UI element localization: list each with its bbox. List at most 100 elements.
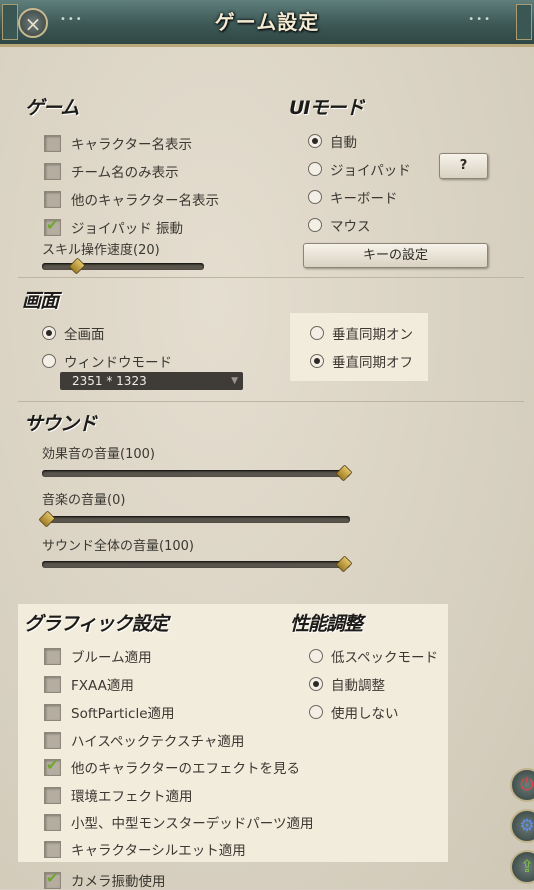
key-settings-button[interactable]: キーの設定 bbox=[303, 243, 488, 268]
music-volume-slider[interactable] bbox=[38, 510, 350, 528]
radio-window-mode[interactable]: ウィンドウモード bbox=[42, 351, 172, 371]
radio-label: 垂直同期オン bbox=[332, 327, 413, 343]
music-volume-label: 音楽の音量(0) bbox=[42, 493, 126, 508]
radio-selected[interactable] bbox=[309, 677, 323, 691]
radio-fullscreen[interactable]: 全画面 bbox=[42, 323, 105, 343]
checkbox-label: 環境エフェクト適用 bbox=[71, 789, 193, 805]
checkbox-label: チーム名のみ表示 bbox=[71, 165, 179, 181]
checkbox[interactable] bbox=[44, 813, 61, 831]
checkbox[interactable] bbox=[44, 786, 61, 804]
checkbox-label: 他のキャラクター名表示 bbox=[71, 193, 219, 209]
radio-label: マウス bbox=[330, 219, 371, 235]
section-title-sound: サウンド bbox=[24, 413, 97, 435]
slider-handle[interactable] bbox=[38, 510, 56, 528]
radio-auto-adjust[interactable]: 自動調整 bbox=[309, 674, 385, 694]
radio-label: 自動調整 bbox=[331, 678, 385, 694]
checkbox[interactable] bbox=[44, 190, 61, 208]
checkbox-label: 小型、中型モンスターデッドパーツ適用 bbox=[71, 816, 314, 832]
checkbox[interactable] bbox=[44, 647, 61, 665]
checkbox-row-dead-parts[interactable]: 小型、中型モンスターデッドパーツ適用 bbox=[44, 812, 313, 832]
checkbox[interactable] bbox=[44, 731, 61, 749]
checkbox-label: FXAA適用 bbox=[71, 678, 134, 694]
skill-speed-label: スキル操作速度(20) bbox=[42, 243, 160, 258]
radio[interactable] bbox=[308, 162, 322, 176]
radio[interactable] bbox=[310, 326, 324, 340]
radio[interactable] bbox=[309, 649, 323, 663]
radio-label: 垂直同期オフ bbox=[332, 355, 413, 371]
checkbox-label: キャラクター名表示 bbox=[71, 137, 192, 153]
radio[interactable] bbox=[42, 354, 56, 368]
skill-speed-slider[interactable] bbox=[42, 257, 204, 275]
checkbox-row-name-display[interactable]: キャラクター名表示 bbox=[44, 133, 192, 153]
radio-vsync-off[interactable]: 垂直同期オフ bbox=[310, 351, 413, 371]
radio[interactable] bbox=[309, 705, 323, 719]
checkbox-row-team-name[interactable]: チーム名のみ表示 bbox=[44, 161, 179, 181]
slider-handle[interactable] bbox=[68, 257, 86, 275]
radio-label: キーボード bbox=[330, 191, 398, 207]
checkbox-row-hispec-texture[interactable]: ハイスペックテクスチャ適用 bbox=[44, 730, 244, 750]
radio-low-spec[interactable]: 低スペックモード bbox=[309, 646, 438, 666]
radio-selected[interactable] bbox=[310, 354, 324, 368]
gear-icon[interactable]: ⚙ bbox=[510, 809, 534, 843]
radio-perf-off[interactable]: 使用しない bbox=[309, 702, 399, 722]
radio-label: 使用しない bbox=[331, 706, 399, 722]
chevron-down-icon: ▼ bbox=[231, 376, 238, 386]
checkbox[interactable] bbox=[44, 840, 61, 858]
radio-selected[interactable] bbox=[42, 326, 56, 340]
divider bbox=[18, 277, 524, 278]
checkbox-row-env-effects[interactable]: 環境エフェクト適用 bbox=[44, 785, 193, 805]
radio[interactable] bbox=[308, 190, 322, 204]
radio-ui-auto[interactable]: 自動 bbox=[308, 131, 357, 151]
sfx-volume-slider[interactable] bbox=[42, 464, 353, 482]
checkbox-label: SoftParticle適用 bbox=[71, 706, 175, 722]
radio-selected[interactable] bbox=[308, 134, 322, 148]
section-title-screen: 画面 bbox=[22, 290, 59, 312]
checkbox-label: キャラクターシルエット適用 bbox=[71, 843, 246, 859]
checkbox[interactable] bbox=[44, 675, 61, 693]
checkbox-row-bloom[interactable]: ブルーム適用 bbox=[44, 646, 152, 666]
radio-ui-joypad[interactable]: ジョイパッド bbox=[308, 159, 411, 179]
radio-label: ジョイパッド bbox=[330, 163, 411, 179]
checkbox-row-silhouette[interactable]: キャラクターシルエット適用 bbox=[44, 839, 246, 859]
section-title-ui-mode: UIモード bbox=[289, 97, 364, 119]
checkbox[interactable] bbox=[44, 703, 61, 721]
radio-ui-mouse[interactable]: マウス bbox=[308, 215, 371, 235]
slider-handle[interactable] bbox=[335, 555, 353, 573]
divider bbox=[18, 401, 524, 402]
checkbox-label: ハイスペックテクスチャ適用 bbox=[71, 734, 245, 750]
radio-label: ウィンドウモード bbox=[64, 355, 172, 371]
settings-panel: ゲーム キャラクター名表示 チーム名のみ表示 他のキャラクター名表示 ジョイパッ… bbox=[0, 47, 534, 890]
master-volume-slider[interactable] bbox=[42, 555, 353, 573]
checkbox-checked[interactable] bbox=[44, 216, 61, 236]
resolution-dropdown[interactable]: 2351 * 1323 ▼ bbox=[60, 372, 243, 390]
checkbox-checked[interactable] bbox=[44, 756, 61, 776]
power-icon[interactable]: ⏻ bbox=[510, 768, 534, 802]
checkbox-label: ブルーム適用 bbox=[71, 650, 152, 666]
checkbox-row-softparticle[interactable]: SoftParticle適用 bbox=[44, 702, 175, 722]
section-title-game: ゲーム bbox=[25, 97, 79, 119]
sfx-volume-label: 効果音の音量(100) bbox=[42, 447, 155, 462]
section-title-graphics: グラフィック設定 bbox=[24, 613, 169, 635]
checkbox[interactable] bbox=[44, 162, 61, 180]
checkbox-row-camera-shake[interactable]: カメラ振動使用 bbox=[44, 869, 166, 890]
checkbox[interactable] bbox=[44, 134, 61, 152]
checkbox-checked[interactable] bbox=[44, 869, 61, 889]
checkbox-row-other-effects[interactable]: 他のキャラクターのエフェクトを見る bbox=[44, 756, 300, 777]
window-titlebar: × ••• ••• ゲーム設定 bbox=[0, 0, 534, 47]
checkbox-label: 他のキャラクターのエフェクトを見る bbox=[71, 761, 300, 777]
checkbox-label: カメラ振動使用 bbox=[71, 874, 166, 890]
radio[interactable] bbox=[308, 218, 322, 232]
slider-handle[interactable] bbox=[335, 464, 353, 482]
checkbox-row-other-names[interactable]: 他のキャラクター名表示 bbox=[44, 189, 219, 209]
radio-vsync-on[interactable]: 垂直同期オン bbox=[310, 323, 413, 343]
share-icon[interactable]: ⇪ bbox=[510, 850, 534, 884]
checkbox-label: ジョイパッド 振動 bbox=[71, 221, 184, 237]
window-title: ゲーム設定 bbox=[214, 10, 320, 34]
checkbox-row-joypad-vibration[interactable]: ジョイパッド 振動 bbox=[44, 216, 184, 237]
help-button[interactable]: ? bbox=[439, 153, 488, 179]
resolution-value: 2351 * 1323 bbox=[72, 374, 147, 388]
radio-ui-keyboard[interactable]: キーボード bbox=[308, 187, 398, 207]
checkbox-row-fxaa[interactable]: FXAA適用 bbox=[44, 674, 134, 694]
section-title-performance: 性能調整 bbox=[290, 613, 363, 635]
master-volume-label: サウンド全体の音量(100) bbox=[42, 539, 194, 554]
